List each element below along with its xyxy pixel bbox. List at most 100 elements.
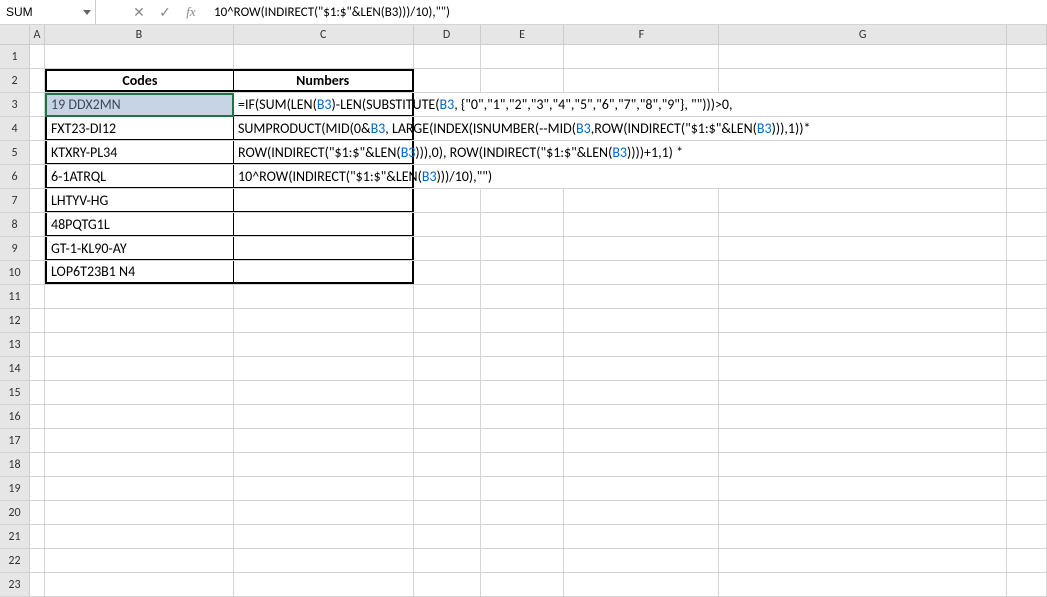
- cell-B2-header-codes[interactable]: Codes: [45, 69, 234, 92]
- cell-B19[interactable]: [45, 477, 234, 500]
- cell-D16[interactable]: [414, 405, 481, 428]
- cell-E15[interactable]: [481, 381, 565, 404]
- row-header-11[interactable]: 11: [0, 285, 30, 308]
- cell-A7[interactable]: [30, 189, 45, 212]
- cell-F8[interactable]: [564, 213, 719, 236]
- cell-H17[interactable]: [1007, 429, 1047, 452]
- cell-C15[interactable]: [234, 381, 414, 404]
- row-header-16[interactable]: 16: [0, 405, 30, 428]
- row-header-19[interactable]: 19: [0, 477, 30, 500]
- cell-A10[interactable]: [30, 261, 45, 284]
- cell-A18[interactable]: [30, 453, 45, 476]
- cell-H4[interactable]: [1007, 117, 1047, 140]
- cell-E17[interactable]: [481, 429, 565, 452]
- cell-H1[interactable]: [1007, 45, 1047, 68]
- cell-G10[interactable]: [719, 261, 1007, 284]
- cell-A11[interactable]: [30, 285, 45, 308]
- cell-A16[interactable]: [30, 405, 45, 428]
- cell-A15[interactable]: [30, 381, 45, 404]
- cell-C16[interactable]: [234, 405, 414, 428]
- row-header-8[interactable]: 8: [0, 213, 30, 236]
- row-header-20[interactable]: 20: [0, 501, 30, 524]
- cell-E19[interactable]: [481, 477, 565, 500]
- cell-G17[interactable]: [719, 429, 1007, 452]
- cell-E1[interactable]: [481, 45, 565, 68]
- col-header-F[interactable]: F: [564, 25, 719, 44]
- cell-A21[interactable]: [30, 525, 45, 548]
- name-box[interactable]: [0, 0, 96, 24]
- cell-B14[interactable]: [45, 357, 234, 380]
- cell-E10[interactable]: [481, 261, 565, 284]
- cell-D20[interactable]: [414, 501, 481, 524]
- cell-H22[interactable]: [1007, 549, 1047, 572]
- cell-G20[interactable]: [719, 501, 1007, 524]
- cell-B6[interactable]: 6-1ATRQL: [45, 165, 234, 188]
- cell-A19[interactable]: [30, 477, 45, 500]
- cell-H8[interactable]: [1007, 213, 1047, 236]
- cell-D21[interactable]: [414, 525, 481, 548]
- col-header-blank[interactable]: [1007, 25, 1047, 44]
- row-header-18[interactable]: 18: [0, 453, 30, 476]
- cell-E8[interactable]: [481, 213, 565, 236]
- cell-F14[interactable]: [564, 357, 719, 380]
- row-header-22[interactable]: 22: [0, 549, 30, 572]
- col-header-C[interactable]: C: [234, 25, 414, 44]
- cell-G8[interactable]: [719, 213, 1007, 236]
- cell-H23[interactable]: [1007, 573, 1047, 596]
- cell-D23[interactable]: [414, 573, 481, 596]
- cell-D14[interactable]: [414, 357, 481, 380]
- cell-E16[interactable]: [481, 405, 565, 428]
- cell-E13[interactable]: [481, 333, 565, 356]
- cell-B15[interactable]: [45, 381, 234, 404]
- row-header-13[interactable]: 13: [0, 333, 30, 356]
- cell-C7[interactable]: [234, 189, 414, 212]
- cell-A12[interactable]: [30, 309, 45, 332]
- cell-E12[interactable]: [481, 309, 565, 332]
- row-header-14[interactable]: 14: [0, 357, 30, 380]
- cell-G16[interactable]: [719, 405, 1007, 428]
- cell-G13[interactable]: [719, 333, 1007, 356]
- cell-F11[interactable]: [564, 285, 719, 308]
- cell-G14[interactable]: [719, 357, 1007, 380]
- cell-C1[interactable]: [234, 45, 414, 68]
- select-all-corner[interactable]: [0, 25, 30, 44]
- row-header-7[interactable]: 7: [0, 189, 30, 212]
- cell-H2[interactable]: [1007, 69, 1047, 92]
- cell-G23[interactable]: [719, 573, 1007, 596]
- cell-F6[interactable]: [564, 165, 719, 188]
- row-header-23[interactable]: 23: [0, 573, 30, 596]
- cell-G19[interactable]: [719, 477, 1007, 500]
- cell-A20[interactable]: [30, 501, 45, 524]
- cell-B8[interactable]: 48PQTG1L: [45, 213, 234, 236]
- cell-G3[interactable]: [719, 93, 1007, 116]
- cell-G18[interactable]: [719, 453, 1007, 476]
- cell-H18[interactable]: [1007, 453, 1047, 476]
- cell-F20[interactable]: [564, 501, 719, 524]
- cell-B20[interactable]: [45, 501, 234, 524]
- cell-C9[interactable]: [234, 237, 414, 260]
- row-header-21[interactable]: 21: [0, 525, 30, 548]
- cell-F12[interactable]: [564, 309, 719, 332]
- cell-E11[interactable]: [481, 285, 565, 308]
- cell-D12[interactable]: [414, 309, 481, 332]
- cell-C11[interactable]: [234, 285, 414, 308]
- cell-A14[interactable]: [30, 357, 45, 380]
- cell-E2[interactable]: [481, 69, 565, 92]
- cell-C19[interactable]: [234, 477, 414, 500]
- cell-B18[interactable]: [45, 453, 234, 476]
- cell-B9[interactable]: GT-1-KL90-AY: [45, 237, 234, 260]
- cell-G6[interactable]: [719, 165, 1007, 188]
- cell-H12[interactable]: [1007, 309, 1047, 332]
- cell-A9[interactable]: [30, 237, 45, 260]
- cell-E14[interactable]: [481, 357, 565, 380]
- spreadsheet-grid[interactable]: A B C D E F G 1 2 Codes Numbers 3 19 DDX…: [0, 25, 1047, 597]
- cell-C20[interactable]: [234, 501, 414, 524]
- cell-D13[interactable]: [414, 333, 481, 356]
- row-header-4[interactable]: 4: [0, 117, 30, 140]
- col-header-D[interactable]: D: [414, 25, 481, 44]
- col-header-E[interactable]: E: [481, 25, 565, 44]
- cell-H19[interactable]: [1007, 477, 1047, 500]
- cell-D7[interactable]: [414, 189, 481, 212]
- cell-F17[interactable]: [564, 429, 719, 452]
- cell-A2[interactable]: [30, 69, 45, 92]
